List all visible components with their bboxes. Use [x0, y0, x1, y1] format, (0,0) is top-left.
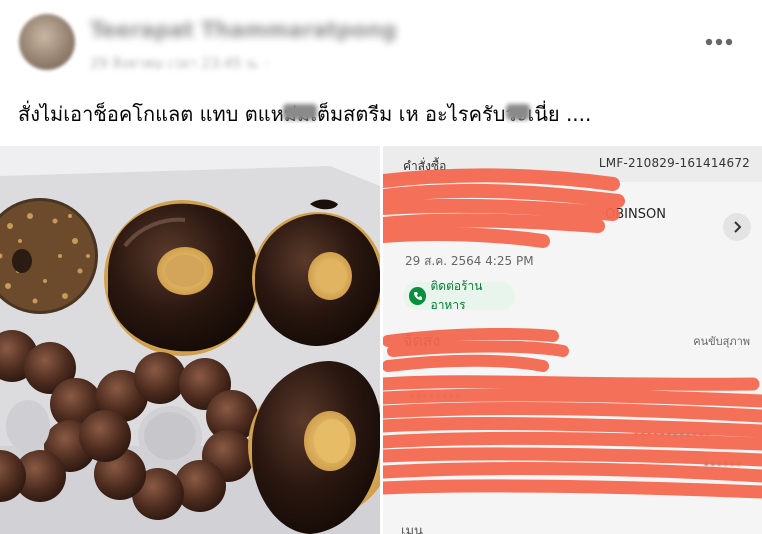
post-text: สั่งไม่เอาช็อคโกแลต แทบ ตแหม่มเต็มสตรีม … — [18, 102, 592, 126]
order-screenshot-photo[interactable]: คำสั่งซื้อ LMF-210829-161414672 OBINSON … — [383, 146, 762, 534]
post-header: Teerapat Thammaratpong 29 สิงหาคม เวลา 2… — [0, 0, 762, 86]
censor-mark — [283, 104, 317, 120]
avatar[interactable] — [19, 14, 75, 70]
post-timestamp[interactable]: 29 สิงหาคม เวลา 23:45 น. · — [90, 53, 269, 75]
author-name[interactable]: Teerapat Thammaratpong — [90, 18, 397, 42]
redaction-scribbles — [383, 168, 762, 499]
donut-photo[interactable] — [0, 146, 380, 534]
censor-mark — [506, 104, 530, 120]
donut-photo-image — [0, 146, 380, 534]
more-options-button[interactable] — [693, 25, 745, 59]
more-horizontal-icon — [705, 38, 733, 46]
